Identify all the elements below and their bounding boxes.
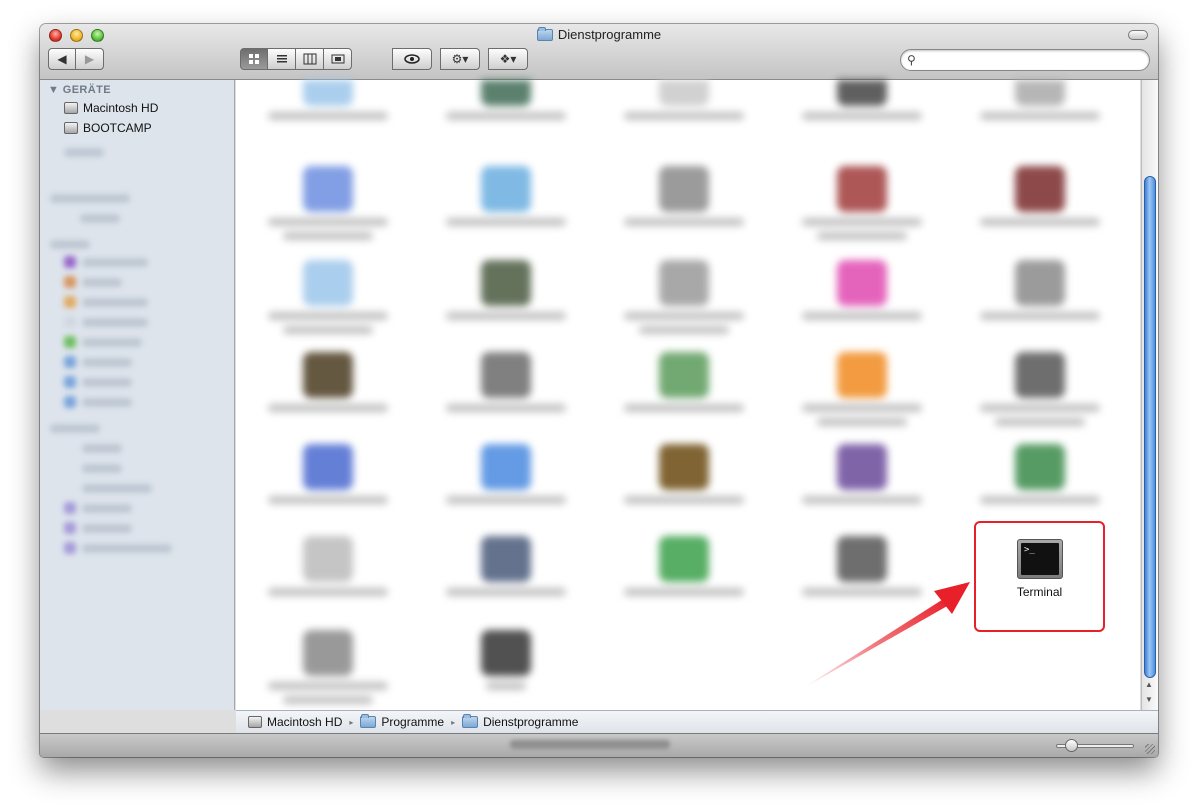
folder-icon — [360, 714, 377, 728]
resize-grip-icon[interactable] — [1145, 744, 1155, 754]
folder-icon — [536, 26, 553, 41]
scroll-up-arrow-icon[interactable]: ▲ — [1145, 680, 1153, 689]
sidebar: ▼ GERÄTE Macintosh HD BOOTCAMP — [40, 80, 235, 710]
terminal-icon: >_ — [1017, 539, 1063, 579]
list-view-button[interactable] — [268, 48, 296, 70]
sidebar-devices-header[interactable]: ▼ GERÄTE — [48, 84, 111, 96]
terminal-item[interactable]: >_ Terminal — [974, 521, 1105, 632]
back-arrow-icon: ◀ — [57, 52, 67, 66]
hard-drive-icon — [64, 122, 78, 134]
path-separator-icon: ▸ — [349, 717, 354, 727]
window-title-text: Dienstprogramme — [557, 27, 662, 42]
sidebar-item-macintosh-hd[interactable]: Macintosh HD — [64, 101, 158, 115]
scroll-down-arrow-icon[interactable]: ▼ — [1145, 695, 1153, 704]
sidebar-item-label: BOOTCAMP — [83, 121, 152, 135]
nav-buttons: ◀ ▶ — [48, 48, 104, 70]
terminal-label: Terminal — [1016, 585, 1063, 599]
path-item-label: Macintosh HD — [267, 715, 343, 729]
search-icon: ⚲ — [907, 53, 916, 67]
eye-icon — [404, 54, 420, 64]
path-separator-icon: ▸ — [451, 717, 456, 727]
path-item-macintosh-hd[interactable]: Macintosh HD — [248, 715, 342, 729]
terminal-prompt: >_ — [1021, 543, 1059, 575]
path-item-programme[interactable]: Programme — [360, 714, 445, 729]
search-field[interactable]: ⚲ — [900, 49, 1150, 71]
grid-icon — [249, 54, 259, 64]
gear-icon: ⚙▾ — [451, 52, 469, 66]
vertical-scrollbar[interactable]: ▲ ▼ — [1141, 80, 1158, 710]
window-title: Dienstprogramme — [40, 26, 1158, 42]
dropbox-icon: ❖▾ — [499, 52, 517, 66]
coverflow-icon — [331, 54, 344, 64]
path-item-dienstprogramme[interactable]: Dienstprogramme — [462, 714, 579, 729]
sidebar-item-label: Macintosh HD — [83, 101, 159, 115]
view-buttons — [240, 48, 352, 70]
hard-drive-icon — [248, 716, 262, 728]
search-input[interactable] — [923, 52, 1138, 68]
column-view-button[interactable] — [296, 48, 324, 70]
status-text-blurred — [510, 740, 670, 749]
list-icon — [276, 55, 287, 63]
finder-window: Dienstprogramme ◀ ▶ ⚙▾ ❖▾ ⚲ ▼ GERÄTE Mac… — [40, 24, 1158, 757]
columns-icon — [303, 53, 316, 65]
toolbar: Dienstprogramme ◀ ▶ ⚙▾ ❖▾ ⚲ — [40, 24, 1158, 80]
path-item-label: Programme — [381, 715, 445, 729]
dropbox-menu-button[interactable]: ❖▾ — [488, 48, 528, 70]
sidebar-item-bootcamp[interactable]: BOOTCAMP — [64, 121, 152, 135]
quicklook-group — [392, 48, 432, 70]
scroll-thumb[interactable] — [1144, 176, 1156, 678]
path-item-label: Dienstprogramme — [483, 715, 579, 729]
icon-size-slider-knob[interactable] — [1065, 739, 1078, 752]
back-button[interactable]: ◀ — [48, 48, 76, 70]
path-bar: Macintosh HD ▸ Programme ▸ Dienstprogram… — [236, 710, 1158, 733]
forward-button[interactable]: ▶ — [76, 48, 104, 70]
status-bar — [40, 733, 1158, 757]
quicklook-button[interactable] — [392, 48, 432, 70]
icon-view-button[interactable] — [240, 48, 268, 70]
hard-drive-icon — [64, 102, 78, 114]
toolbar-toggle-button[interactable] — [1128, 30, 1148, 40]
forward-arrow-icon: ▶ — [84, 52, 95, 66]
content-area: >_ Terminal — [236, 80, 1140, 710]
action-menu-button[interactable]: ⚙▾ — [440, 48, 480, 70]
action-group: ⚙▾ — [440, 48, 480, 70]
folder-icon — [462, 714, 479, 728]
coverflow-view-button[interactable] — [324, 48, 352, 70]
dropbox-group: ❖▾ — [488, 48, 528, 70]
